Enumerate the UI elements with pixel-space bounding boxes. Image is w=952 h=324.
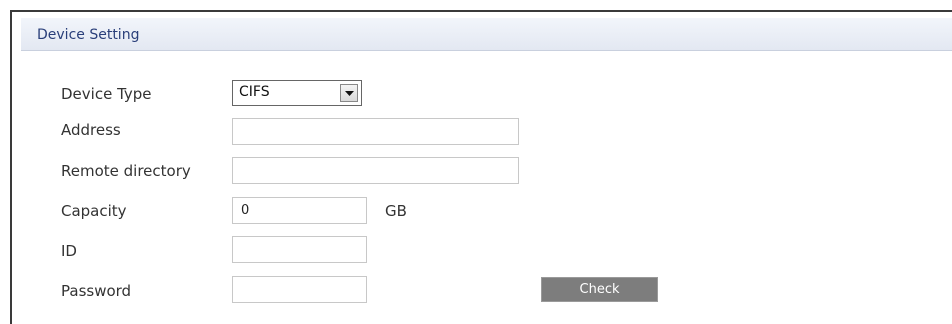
capacity-input[interactable]: [232, 197, 367, 224]
capacity-unit: GB: [385, 202, 407, 220]
panel-header: Device Setting: [21, 18, 952, 51]
check-button[interactable]: Check: [541, 277, 658, 302]
password-input[interactable]: [232, 276, 367, 303]
device-type-value: CIFS: [239, 84, 270, 100]
remote-directory-input[interactable]: [232, 157, 519, 184]
address-input[interactable]: [232, 118, 519, 145]
panel-title: Device Setting: [37, 27, 140, 43]
id-input[interactable]: [232, 236, 367, 263]
id-label: ID: [61, 242, 77, 260]
password-label: Password: [61, 282, 132, 300]
device-type-label: Device Type: [61, 85, 152, 103]
device-type-select[interactable]: CIFS: [232, 80, 362, 106]
address-label: Address: [61, 121, 121, 139]
remote-directory-label: Remote directory: [61, 162, 191, 180]
chevron-down-icon[interactable]: [340, 84, 358, 102]
device-setting-panel: Device Setting Device Type CIFS Address …: [10, 10, 952, 324]
capacity-label: Capacity: [61, 202, 127, 220]
